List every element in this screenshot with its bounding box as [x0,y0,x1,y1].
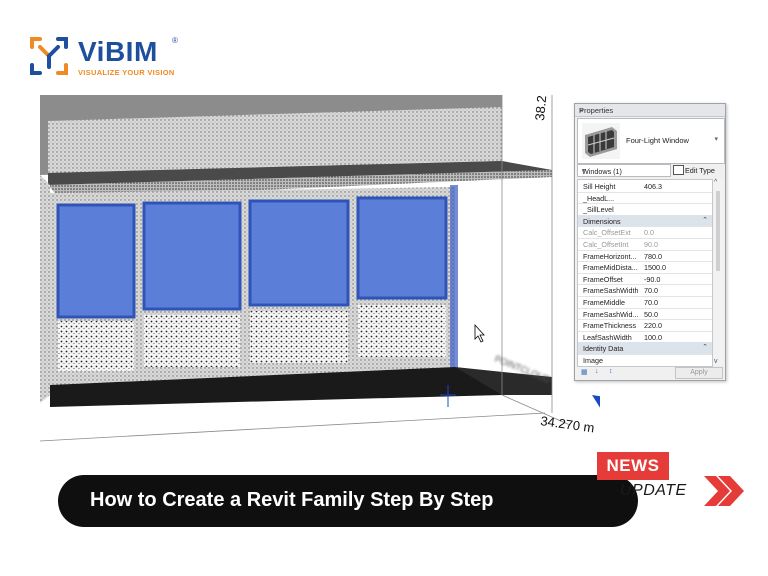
properties-panel[interactable]: Properties × Four-Light Window ▾ Windows… [574,103,726,381]
scroll-thumb[interactable] [716,191,720,271]
section-grip-bottom-icon[interactable] [592,395,600,417]
property-value[interactable]: 70.0 [644,286,658,295]
properties-footer: ▦ ↓ ↕ Apply [577,367,723,379]
logo-wordmark: ViBIM [78,36,158,67]
property-name: Image [583,356,603,365]
property-name: FrameOffset [583,274,623,284]
property-name: Sill Height [583,182,616,191]
property-value[interactable]: -90.0 [644,275,660,284]
edit-type-button[interactable]: Edit Type [673,164,723,175]
property-value[interactable]: 406.3 [644,182,662,191]
edit-type-icon [673,165,684,175]
double-chevron-right-icon [704,476,744,506]
news-badge: NEWS [597,452,669,480]
headline-title: How to Create a Revit Family Step By Ste… [90,489,494,511]
property-value[interactable]: 220.0 [644,321,662,330]
property-name: _SillLevel [583,205,614,215]
headline-banner: How to Create a Revit Family Step By Ste… [58,475,638,527]
property-name: FrameSashWid... [583,309,639,319]
sort-ascending-icon[interactable]: ↓ [595,368,599,375]
property-name: FrameMidDista... [583,263,638,273]
properties-grid[interactable]: Sill Height 406.3 _HeadL... _SillLevel Dimen… [577,179,713,367]
logo-tagline: VISUALIZE YOUR VISION [78,68,175,77]
property-value[interactable]: 50.0 [644,310,658,319]
property-name: Calc_OffsetInt [583,240,629,249]
scroll-up-icon[interactable]: ^ [714,179,717,186]
selection-row: Windows (1) ▾ Edit Type [577,164,723,177]
mouse-cursor-icon [474,323,485,343]
property-name: FrameThickness [583,321,637,331]
window-glazing-upper [56,196,448,319]
vibim-logo-mark-icon [30,37,68,75]
type-name: Four-Light Window [626,136,689,145]
properties-titlebar[interactable]: Properties × [575,104,725,117]
property-name: Dimensions [583,216,621,226]
left-wall [40,175,50,403]
property-name: Calc_OffsetExt [583,228,631,238]
property-name: Identity Data [583,344,624,354]
collapse-icon[interactable]: ⌃ [702,343,708,351]
apply-button[interactable]: Apply [675,367,723,379]
update-label: UPDATE [620,482,687,499]
property-row[interactable]: Image [578,354,712,366]
revit-3d-viewport[interactable]: POINTCLOUD 38.250 34.270 m [40,95,600,450]
property-value[interactable]: 100.0 [644,333,662,342]
elevation-top-label: 38.250 [532,95,550,121]
property-value[interactable]: 70.0 [644,298,658,307]
chevron-down-icon[interactable]: ▾ [714,135,718,143]
vibim-logo: ViBIM ® VISUALIZE YOUR VISION [26,33,186,83]
sort-descending-icon[interactable]: ↕ [609,368,613,375]
elevation-bottom-label: 34.270 m [540,413,596,435]
scroll-down-icon[interactable]: v [714,358,718,365]
window-type-thumbnail-icon [582,123,620,159]
window-frame-right [450,185,458,370]
close-icon[interactable]: × [579,106,721,115]
property-value: 90.0 [644,240,658,249]
property-name: LeafSashWidth [583,332,632,342]
property-name: FrameSashWidth [583,286,639,296]
property-name: FrameMiddle [583,298,625,307]
properties-scrollbar[interactable]: ^ v [713,179,723,365]
property-value: 0.0 [644,228,654,238]
property-value[interactable]: 1500.0 [644,263,666,272]
selection-filter-dropdown[interactable]: Windows (1) ▾ [577,164,671,177]
chevron-down-icon[interactable]: ▾ [582,167,668,174]
property-name: FrameHorizont... [583,251,637,261]
logo-registered-mark: ® [172,36,178,45]
edit-type-label: Edit Type [685,165,715,175]
collapse-icon[interactable]: ⌃ [702,216,708,224]
categorize-icon[interactable]: ▦ [581,368,588,376]
property-value[interactable]: 780.0 [644,252,662,261]
property-name: _HeadL... [583,193,615,203]
type-selector[interactable]: Four-Light Window ▾ [577,118,725,164]
